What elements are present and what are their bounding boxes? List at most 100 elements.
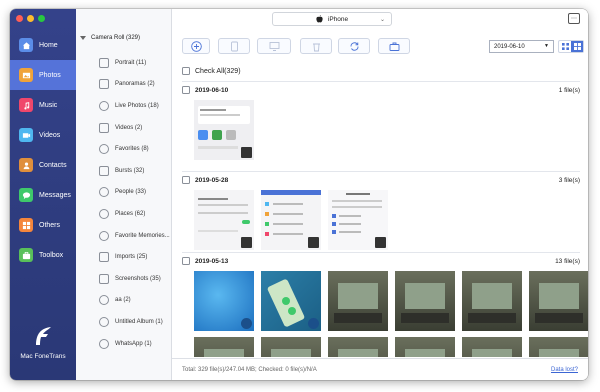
delete-button[interactable] [300, 38, 332, 54]
album-item-favorite-memories[interactable]: Favorite Memories... [76, 225, 172, 247]
photo-thumbnail[interactable] [261, 271, 321, 331]
group-date: 2019-05-28 [195, 176, 229, 184]
app-name: Mac FoneTrans [20, 353, 66, 360]
grid-view-button[interactable] [559, 41, 571, 52]
toolbox-icon [19, 248, 33, 262]
album-label: Favorites (8) [115, 146, 149, 153]
album-item-live-photos[interactable]: Live Photos (18) [76, 95, 172, 117]
toolbox-menu-button[interactable] [378, 38, 410, 54]
camera-roll-header[interactable]: Camera Roll (329) [80, 35, 140, 41]
photo-thumbnail[interactable] [328, 271, 388, 331]
nav-item-videos[interactable]: Videos [10, 120, 76, 150]
monitor-photo-preview [338, 349, 378, 357]
album-label: aa (2) [115, 297, 131, 304]
messages-icon [19, 188, 33, 202]
location-pin-icon [99, 208, 109, 219]
nav-item-label: Toolbox [39, 251, 64, 259]
group-checkbox[interactable] [182, 86, 190, 94]
monitor-photo-preview [405, 349, 445, 357]
add-icon [190, 40, 202, 52]
nav-item-home[interactable]: Home [10, 30, 76, 60]
check-all[interactable]: Check All(329) [182, 67, 241, 75]
nav-item-others[interactable]: Others [10, 210, 76, 240]
feedback-button[interactable]: ⋯ [568, 13, 580, 24]
photo-thumbnail[interactable] [261, 337, 321, 357]
photo-thumbnail[interactable] [462, 337, 522, 357]
nav-item-contacts[interactable]: Contacts [10, 150, 76, 180]
check-all-checkbox[interactable] [182, 67, 190, 75]
photo-thumbnail[interactable] [395, 271, 455, 331]
grid-large-icon [573, 43, 581, 50]
photo-thumbnail[interactable] [194, 271, 254, 331]
nav-item-toolbox[interactable]: Toolbox [10, 240, 76, 270]
photo-thumbnail[interactable] [529, 337, 588, 357]
album-item-aa[interactable]: aa (2) [76, 290, 172, 312]
export-to-device-button[interactable] [218, 38, 250, 54]
zoom-window-button[interactable] [38, 15, 45, 22]
album-item-bursts[interactable]: Bursts (32) [76, 160, 172, 182]
photo-thumbnail[interactable] [395, 337, 455, 357]
album-icon [99, 338, 109, 349]
monitor-photo-preview [271, 349, 311, 357]
person-icon [99, 187, 109, 198]
photo-thumbnail[interactable] [194, 100, 254, 160]
date-group-header: 2019-06-10 1 file(s) [182, 81, 580, 95]
album-sidebar: Camera Roll (329) Portrait (11) Panorama… [76, 9, 172, 380]
grid-small-icon [561, 43, 569, 50]
photo-type-badge [375, 237, 386, 248]
album-item-favorites[interactable]: Favorites (8) [76, 138, 172, 160]
album-label: WhatsApp (1) [115, 340, 152, 347]
group-checkbox[interactable] [182, 176, 190, 184]
album-item-untitled[interactable]: Untitled Album (1) [76, 311, 172, 333]
computer-icon [269, 41, 279, 51]
album-item-imports[interactable]: Imports (25) [76, 246, 172, 268]
monitor-photo-preview [468, 283, 516, 323]
add-button[interactable] [182, 38, 210, 54]
chat-icon: ⋯ [571, 16, 577, 22]
group-count: 3 file(s) [558, 176, 580, 184]
device-selector[interactable]: iPhone ⌄ [272, 12, 392, 26]
status-text: Total: 329 file(s)/247.04 MB; Checked: 0… [182, 366, 317, 373]
album-label: Live Photos (18) [115, 102, 159, 109]
photo-type-badge [241, 237, 252, 248]
monitor-photo-preview [334, 283, 382, 323]
date-filter-select[interactable]: 2019-06-10 ▼ [489, 40, 554, 53]
heart-icon [99, 144, 109, 155]
album-item-portrait[interactable]: Portrait (11) [76, 52, 172, 74]
minimize-window-button[interactable] [27, 15, 34, 22]
group-count: 1 file(s) [558, 86, 580, 94]
album-item-screenshots[interactable]: Screenshots (35) [76, 268, 172, 290]
album-icon [99, 295, 109, 306]
nav-item-label: Others [39, 221, 61, 229]
close-window-button[interactable] [16, 15, 23, 22]
home-icon [19, 38, 33, 52]
contacts-icon [19, 158, 33, 172]
album-item-whatsapp[interactable]: WhatsApp (1) [76, 333, 172, 355]
live-photo-badge [241, 318, 252, 329]
group-checkbox[interactable] [182, 257, 190, 265]
grid-large-view-button[interactable] [571, 41, 583, 52]
video-icon [99, 122, 109, 133]
photo-thumbnail[interactable] [328, 190, 388, 250]
album-label: Bursts (32) [115, 167, 145, 174]
data-lost-link[interactable]: Data lost? [551, 367, 578, 373]
album-label: Videos (2) [115, 124, 143, 131]
album-item-people[interactable]: People (33) [76, 182, 172, 204]
refresh-button[interactable] [338, 38, 370, 54]
album-item-places[interactable]: Places (62) [76, 203, 172, 225]
photo-thumbnail[interactable] [261, 190, 321, 250]
photo-thumbnail[interactable] [328, 337, 388, 357]
window-controls [16, 15, 45, 22]
export-to-pc-button[interactable] [257, 38, 291, 54]
photo-thumbnail[interactable] [194, 337, 254, 357]
photo-thumbnail[interactable] [194, 190, 254, 250]
nav-item-photos[interactable]: Photos [10, 60, 76, 90]
album-item-videos[interactable]: Videos (2) [76, 117, 172, 139]
photo-thumbnail[interactable] [529, 271, 588, 331]
album-item-panoramas[interactable]: Panoramas (2) [76, 74, 172, 96]
nav-item-music[interactable]: Music [10, 90, 76, 120]
album-icon [99, 316, 109, 327]
device-name: iPhone [327, 15, 349, 23]
photo-thumbnail[interactable] [462, 271, 522, 331]
nav-item-messages[interactable]: Messages [10, 180, 76, 210]
